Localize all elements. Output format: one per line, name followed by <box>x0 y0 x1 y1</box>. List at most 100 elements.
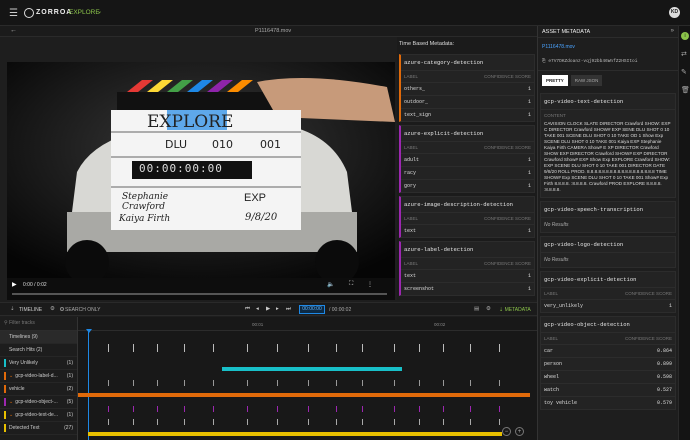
timeline-track[interactable]: Very Unlikely (1) <box>0 357 77 370</box>
timeline-track[interactable]: vehicle (2) <box>0 383 77 396</box>
captions-icon[interactable]: ▤ <box>474 306 479 312</box>
back-arrow-icon[interactable]: ← <box>10 27 17 34</box>
row-label: racy <box>404 170 417 176</box>
tbm-row[interactable]: racy 1 <box>401 166 534 179</box>
meta-row[interactable]: wheel 0.598 <box>541 370 675 383</box>
meta-row[interactable]: very_unlikely 1 <box>541 299 675 312</box>
video-player[interactable]: EXPLORE DLU 010 001 00:00:00:00 Stephani… <box>7 62 395 278</box>
row-score: 1 <box>527 99 531 105</box>
vehicle-bar[interactable] <box>78 393 530 397</box>
meta-asset-id[interactable]: ⎘ e7V7DKZdoanz-vqj92bb46WnfZ2HSItoi <box>538 52 678 71</box>
info-icon[interactable]: i <box>681 32 689 40</box>
chevron-down-icon[interactable]: ⌄ <box>97 8 102 15</box>
tbm-row[interactable]: text 1 <box>401 224 534 237</box>
playhead[interactable] <box>88 329 89 440</box>
step-forward-icon[interactable]: ▸ <box>276 306 279 312</box>
right-icon-rail: i ⇄ ✎ 🗑 <box>678 26 690 440</box>
nav-explore[interactable]: EXPLORE <box>69 9 100 16</box>
share-icon[interactable]: ⇄ <box>681 50 687 58</box>
step-back-icon[interactable]: ◂ <box>256 306 259 312</box>
confidence-header: CONFIDENCE SCORE <box>483 74 531 79</box>
trash-icon[interactable]: 🗑 <box>681 86 690 94</box>
volume-icon[interactable]: 🔈 <box>327 281 334 288</box>
tbm-row[interactable]: text_sign 1 <box>401 108 534 121</box>
slate-camera: Kaiya Firth <box>119 214 171 224</box>
zoom-in-icon[interactable]: + <box>515 427 524 436</box>
tab-raw-json[interactable]: RAW JSON <box>570 75 603 86</box>
timeline-track[interactable]: ⌄ gcp-video-text-de... (1) <box>0 409 77 422</box>
timeline-tick <box>308 344 309 352</box>
chevron-down-icon[interactable]: ⌄ <box>9 412 13 418</box>
detected-text-bar[interactable] <box>88 432 502 436</box>
timeline-track[interactable]: Timelines (9) <box>0 331 77 344</box>
timeline-tick <box>336 406 337 412</box>
meta-content-text: CAVISION CLOCK SLATE DIRECTOR Crawford S… <box>544 121 671 192</box>
tbm-row[interactable]: others_ 1 <box>401 82 534 95</box>
tbm-card-title[interactable]: azure-category-detection <box>401 55 534 71</box>
chevron-down-icon[interactable]: ⌄ <box>9 399 13 405</box>
row-score: 0.899 <box>656 361 672 367</box>
zoom-out-icon[interactable]: − <box>502 427 511 436</box>
track-name: Very Unlikely <box>9 360 38 366</box>
skip-forward-icon[interactable]: ⏭ <box>286 306 291 313</box>
timeline-track[interactable]: ⌄ gcp-video-object-... (5) <box>0 396 77 409</box>
track-count: (1) <box>66 373 73 379</box>
hamburger-menu-icon[interactable]: ☰ <box>9 8 18 19</box>
timeline-track[interactable]: Detected Text (27) <box>0 422 77 435</box>
collapse-panel-icon[interactable]: » <box>671 28 674 34</box>
meta-text-detection-card: gcp-video-text-detection CONTENT CAVISIO… <box>540 93 676 198</box>
timeline-canvas[interactable]: 00:01 00:02 − + <box>78 317 537 440</box>
slate-timecode: 00:00:00:00 <box>139 162 223 175</box>
chevron-down-icon[interactable]: ⌄ <box>9 373 13 379</box>
timeline-tick <box>308 406 309 412</box>
explicit-rows: very_unlikely 1 <box>541 299 675 312</box>
track-names: Timelines (9) Search Hits (2) Very Unlikel… <box>0 331 77 435</box>
play-button-icon[interactable]: ▶ <box>266 306 270 312</box>
tbm-row[interactable]: adult 1 <box>401 153 534 166</box>
copy-icon[interactable]: ⎘ <box>542 59 546 64</box>
tbm-row[interactable]: screenshot 1 <box>401 282 534 295</box>
settings-icon[interactable]: ⚙ <box>486 306 491 312</box>
timeline-tick <box>157 344 158 352</box>
row-label: car <box>544 348 554 354</box>
meta-card-title: gcp-video-text-detection <box>541 94 675 110</box>
file-name: P1116478.mov <box>255 28 292 34</box>
gear-icon[interactable]: ⚙ <box>50 306 55 312</box>
meta-row[interactable]: car 0.864 <box>541 344 675 357</box>
tbm-row[interactable]: gory 1 <box>401 179 534 192</box>
play-icon[interactable]: ▶ <box>12 281 17 288</box>
timeline-tick <box>394 344 395 352</box>
meta-file-name[interactable]: P1116478.mov <box>538 38 678 52</box>
tbm-card-title[interactable]: azure-label-detection <box>401 242 534 258</box>
zorroa-logo-icon <box>24 8 34 18</box>
more-options-icon[interactable]: ⋮ <box>367 281 373 288</box>
timeline-tick <box>470 419 471 425</box>
playhead-handle-icon[interactable] <box>86 329 92 333</box>
search-only-toggle[interactable]: SEARCH ONLY <box>60 307 100 313</box>
avatar[interactable]: KD <box>669 7 680 18</box>
timeline-label[interactable]: TIMELINE <box>19 307 42 313</box>
timeline-tick <box>247 344 248 352</box>
meta-row[interactable]: toy vehicle 0.579 <box>541 396 675 409</box>
tab-pretty[interactable]: PRETTY <box>542 75 568 86</box>
track-color-marker <box>4 398 6 406</box>
timeline-track[interactable]: Search Hits (2) <box>0 344 77 357</box>
track-name: gcp-video-label-d... <box>15 373 58 379</box>
tbm-row[interactable]: text 1 <box>401 269 534 282</box>
tbm-card-title[interactable]: azure-explicit-detection <box>401 126 534 142</box>
tbm-row[interactable]: outdoor_ 1 <box>401 95 534 108</box>
edit-icon[interactable]: ✎ <box>681 68 687 76</box>
skip-back-icon[interactable]: ⏮ <box>245 306 250 313</box>
tbm-card-title[interactable]: azure-image-description-detection <box>401 197 534 213</box>
filter-tracks-input[interactable]: ⚲ Filter tracks <box>0 317 77 331</box>
current-time-input[interactable]: 00:00:00 <box>299 305 325 314</box>
metadata-button[interactable]: ⇣ METADATA <box>499 307 531 313</box>
row-label: watch <box>544 387 560 393</box>
fullscreen-icon[interactable]: ⛶ <box>349 281 353 288</box>
meta-row[interactable]: person 0.899 <box>541 357 675 370</box>
meta-row[interactable]: watch 0.527 <box>541 383 675 396</box>
timeline-ruler[interactable]: 00:01 00:02 <box>78 317 537 331</box>
very-unlikely-bar[interactable] <box>222 367 402 371</box>
timeline-track[interactable]: ⌄ gcp-video-label-d... (1) <box>0 370 77 383</box>
video-progress-bar[interactable] <box>12 293 387 295</box>
